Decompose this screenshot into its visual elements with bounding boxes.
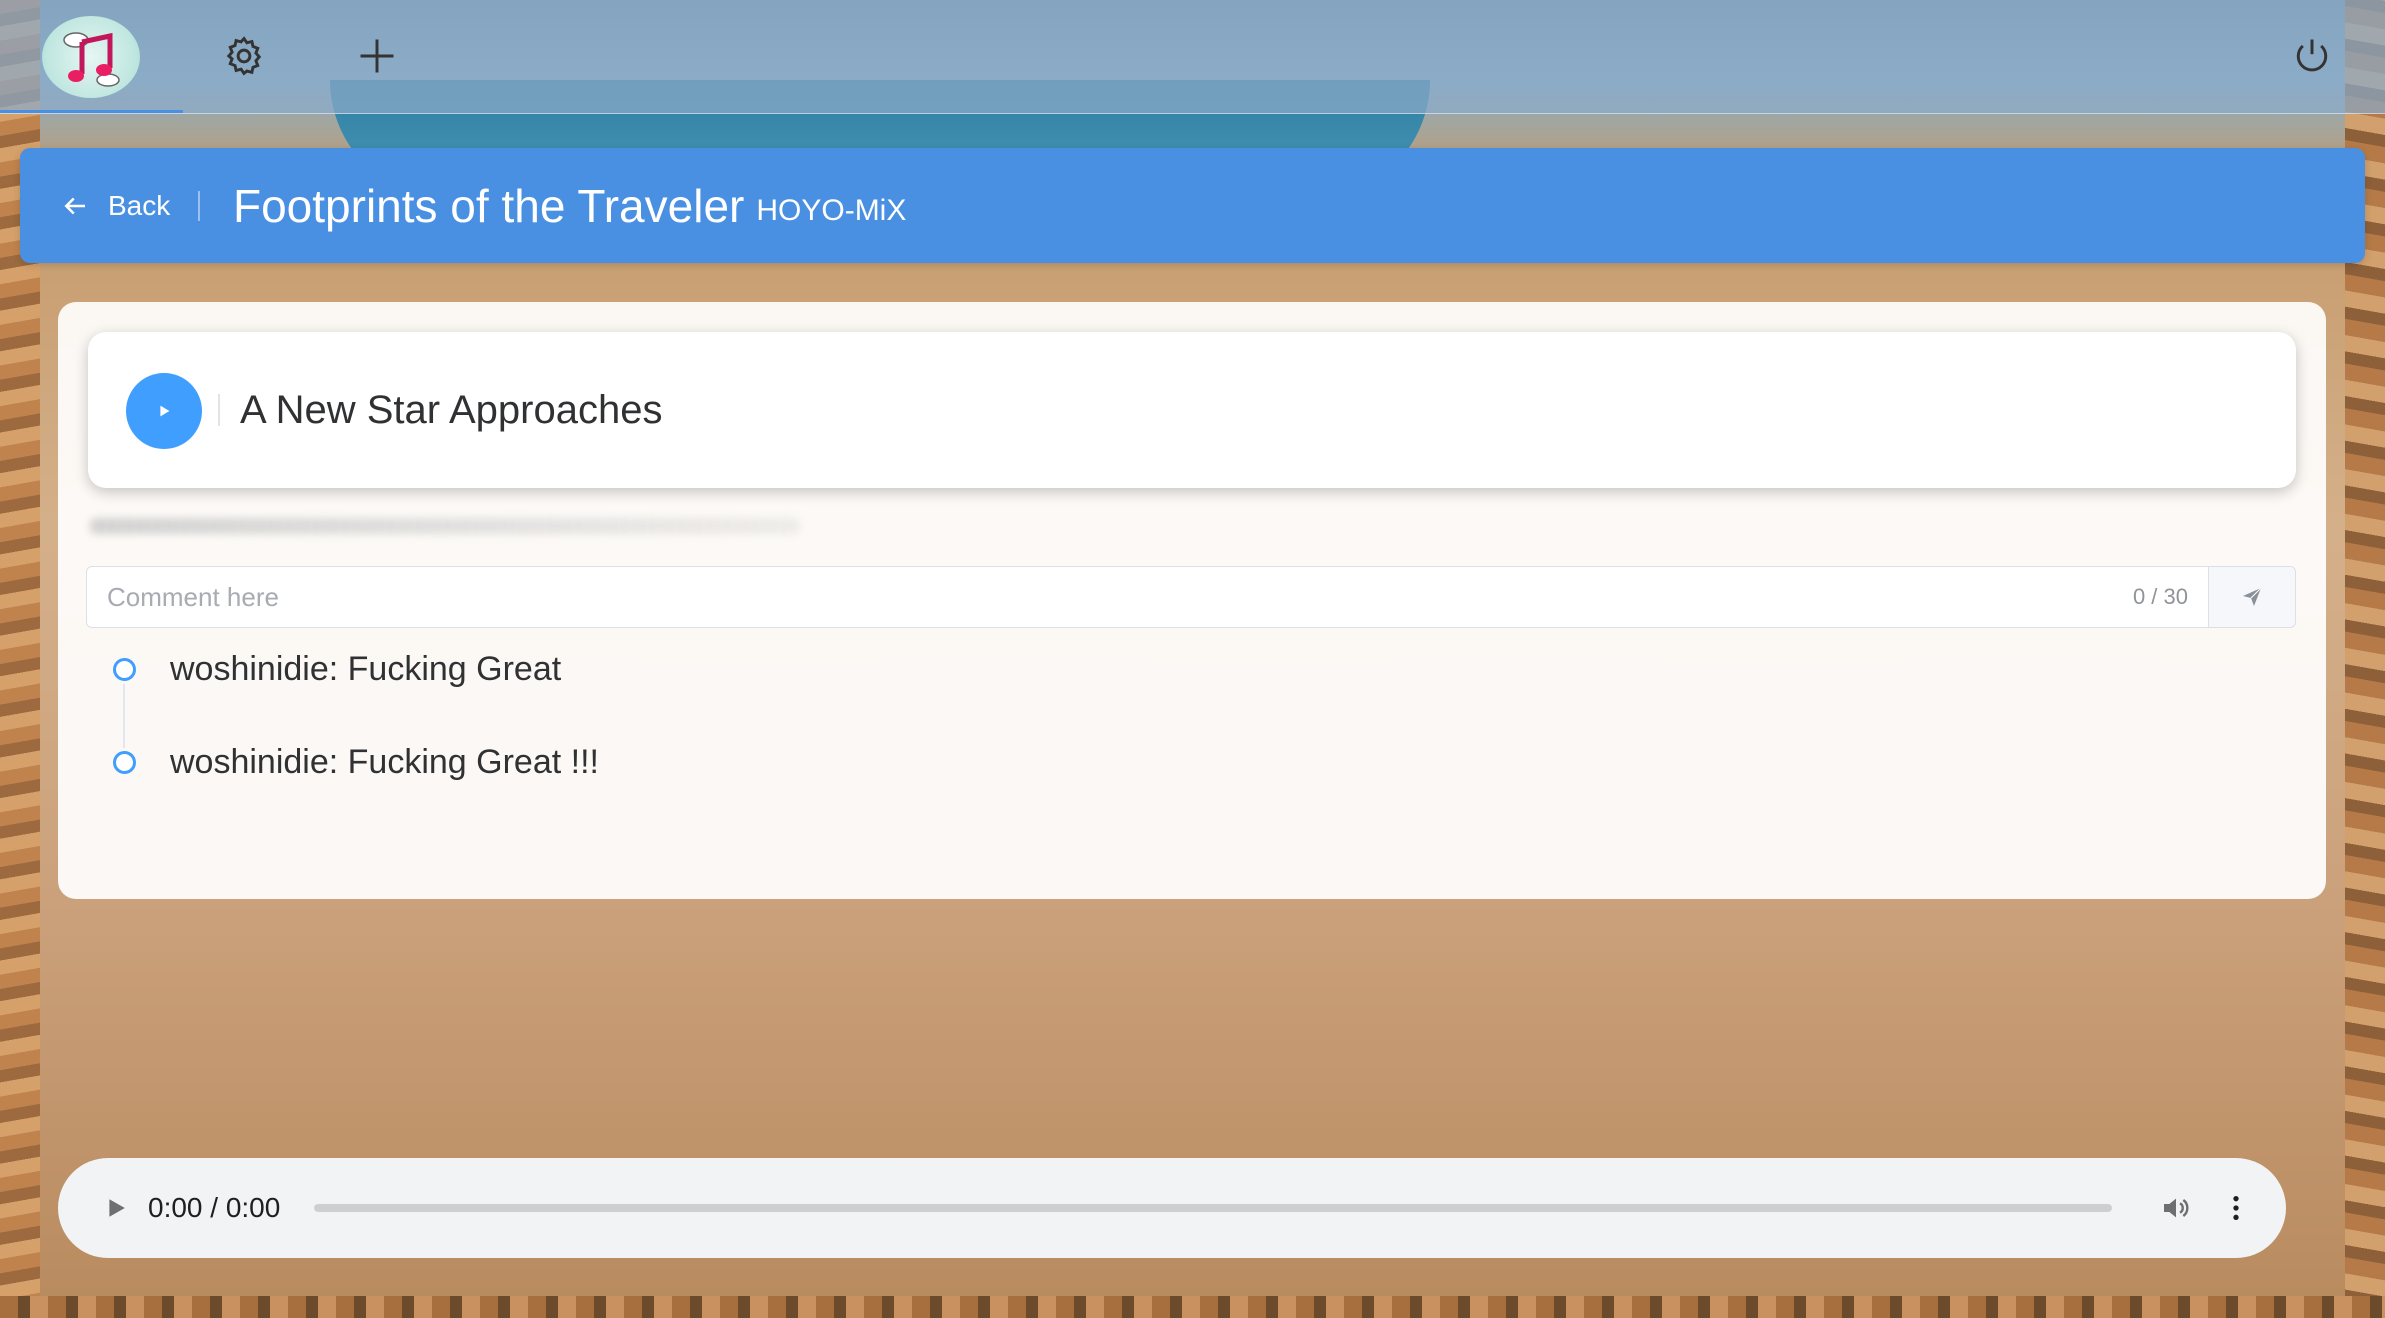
arrow-left-icon bbox=[64, 197, 85, 214]
song-card-divider bbox=[218, 394, 220, 426]
power-icon[interactable] bbox=[2284, 28, 2340, 84]
top-bar bbox=[0, 0, 2385, 114]
play-icon bbox=[109, 1199, 125, 1217]
character-counter: 0 / 30 bbox=[2132, 584, 2188, 609]
album-title: Footprints of the Traveler bbox=[233, 179, 745, 232]
send-comment-button[interactable] bbox=[2208, 567, 2295, 627]
comment-text: woshinidie: Fucking Great !!! bbox=[170, 743, 599, 781]
blurred-shadow bbox=[90, 518, 800, 534]
comment-text: woshinidie: Fucking Great bbox=[170, 650, 562, 688]
volume-icon[interactable] bbox=[2156, 1188, 2196, 1228]
music-logo-icon[interactable] bbox=[42, 16, 140, 98]
artist-name: HOYO-MiX bbox=[756, 193, 907, 227]
play-song-button[interactable] bbox=[126, 373, 202, 449]
header-divider bbox=[198, 191, 200, 221]
timeline-dot bbox=[113, 751, 136, 774]
gear-icon[interactable] bbox=[216, 28, 272, 84]
background-rock-bottom bbox=[0, 1296, 2385, 1318]
audio-player: 0:00 / 0:00 bbox=[58, 1158, 2286, 1258]
comment-box: 0 / 30 bbox=[86, 566, 2296, 628]
play-icon bbox=[160, 405, 170, 417]
comment-input[interactable] bbox=[87, 567, 2133, 627]
send-icon bbox=[2243, 587, 2262, 606]
page-header: Back Footprints of the Traveler HOYO-MiX bbox=[20, 148, 2365, 263]
audio-play-button[interactable] bbox=[96, 1188, 136, 1228]
active-tab-indicator bbox=[0, 110, 183, 113]
song-card[interactable]: A New Star Approaches bbox=[88, 332, 2296, 488]
plus-icon[interactable] bbox=[349, 28, 405, 84]
more-options-icon[interactable] bbox=[2216, 1188, 2256, 1228]
back-label: Back bbox=[108, 189, 171, 221]
back-button[interactable]: Back bbox=[60, 148, 170, 263]
audio-progress-track[interactable] bbox=[314, 1204, 2112, 1212]
timeline-line bbox=[123, 684, 125, 748]
timeline-dot bbox=[113, 658, 136, 681]
header-title-group: Footprints of the Traveler HOYO-MiX bbox=[233, 148, 906, 263]
song-title: A New Star Approaches bbox=[240, 387, 663, 432]
audio-time: 0:00 / 0:00 bbox=[148, 1192, 281, 1223]
